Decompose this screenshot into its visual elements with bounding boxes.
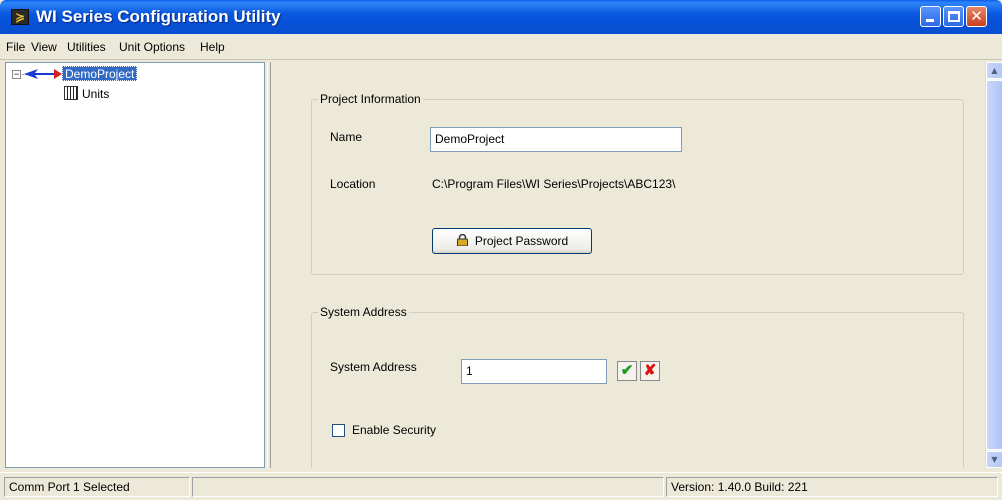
window-title: WI Series Configuration Utility — [36, 7, 281, 26]
menu-bar: File View Utilities Unit Options Help — [0, 34, 1002, 60]
status-comm-port: Comm Port 1 Selected — [4, 477, 190, 497]
maximize-icon — [948, 11, 960, 22]
wi-logo-icon: ≽ — [11, 9, 29, 25]
panel-splitter[interactable] — [267, 62, 271, 468]
location-value: C:\Program Files\WI Series\Projects\ABC1… — [432, 177, 676, 191]
maximize-button[interactable] — [943, 6, 964, 27]
check-icon: ✔ — [620, 362, 634, 379]
minimize-button[interactable] — [920, 6, 941, 27]
location-label: Location — [330, 177, 376, 191]
tree-item-units[interactable]: Units — [82, 87, 109, 101]
tree-item-demoproject[interactable]: DemoProject — [62, 66, 138, 81]
close-button[interactable]: ✕ — [966, 6, 987, 27]
minimize-icon — [926, 19, 934, 22]
system-address-legend: System Address — [318, 305, 409, 319]
project-password-label: Project Password — [474, 234, 569, 248]
main-content: Project Information Name DemoProject Loc… — [274, 62, 985, 468]
chevron-up-icon: ▲ — [991, 66, 998, 75]
enable-security-checkbox[interactable] — [332, 424, 345, 437]
cancel-address-button[interactable]: ✘ — [640, 361, 660, 381]
scroll-thumb[interactable] — [986, 80, 1002, 450]
scroll-down-button[interactable]: ▼ — [986, 451, 1002, 468]
system-address-field[interactable]: 1 — [461, 359, 607, 384]
collapse-toggle[interactable]: − — [12, 70, 21, 79]
x-icon: ✘ — [643, 362, 657, 379]
enable-security-label[interactable]: Enable Security — [352, 423, 436, 437]
menu-unit-options[interactable]: Unit Options — [119, 40, 185, 54]
project-tree[interactable]: − DemoProject Units — [5, 62, 265, 468]
apply-address-button[interactable]: ✔ — [617, 361, 637, 381]
menu-utilities[interactable]: Utilities — [67, 40, 106, 54]
status-bar: Comm Port 1 Selected Version: 1.40.0 Bui… — [0, 472, 1002, 500]
close-icon: ✕ — [970, 7, 983, 25]
menu-file[interactable]: File — [6, 40, 25, 54]
project-password-button[interactable]: Project Password — [432, 228, 592, 254]
status-middle — [192, 477, 664, 497]
system-address-group: System Address — [311, 305, 964, 468]
title-bar[interactable]: ≽ WI Series Configuration Utility ✕ — [0, 0, 1002, 34]
menu-view[interactable]: View — [31, 40, 57, 54]
vertical-scrollbar[interactable]: ▲ ▼ — [985, 62, 1002, 468]
project-information-legend: Project Information — [318, 92, 423, 106]
units-icon — [64, 86, 78, 100]
name-field[interactable]: DemoProject — [430, 127, 682, 152]
chevron-down-icon: ▼ — [991, 455, 998, 464]
system-address-label: System Address — [330, 360, 417, 374]
status-version: Version: 1.40.0 Build: 221 — [666, 477, 998, 497]
menu-help[interactable]: Help — [200, 40, 225, 54]
lock-icon — [456, 234, 468, 246]
name-label: Name — [330, 130, 363, 144]
arrow-icon — [24, 69, 62, 79]
scroll-up-button[interactable]: ▲ — [986, 62, 1002, 79]
